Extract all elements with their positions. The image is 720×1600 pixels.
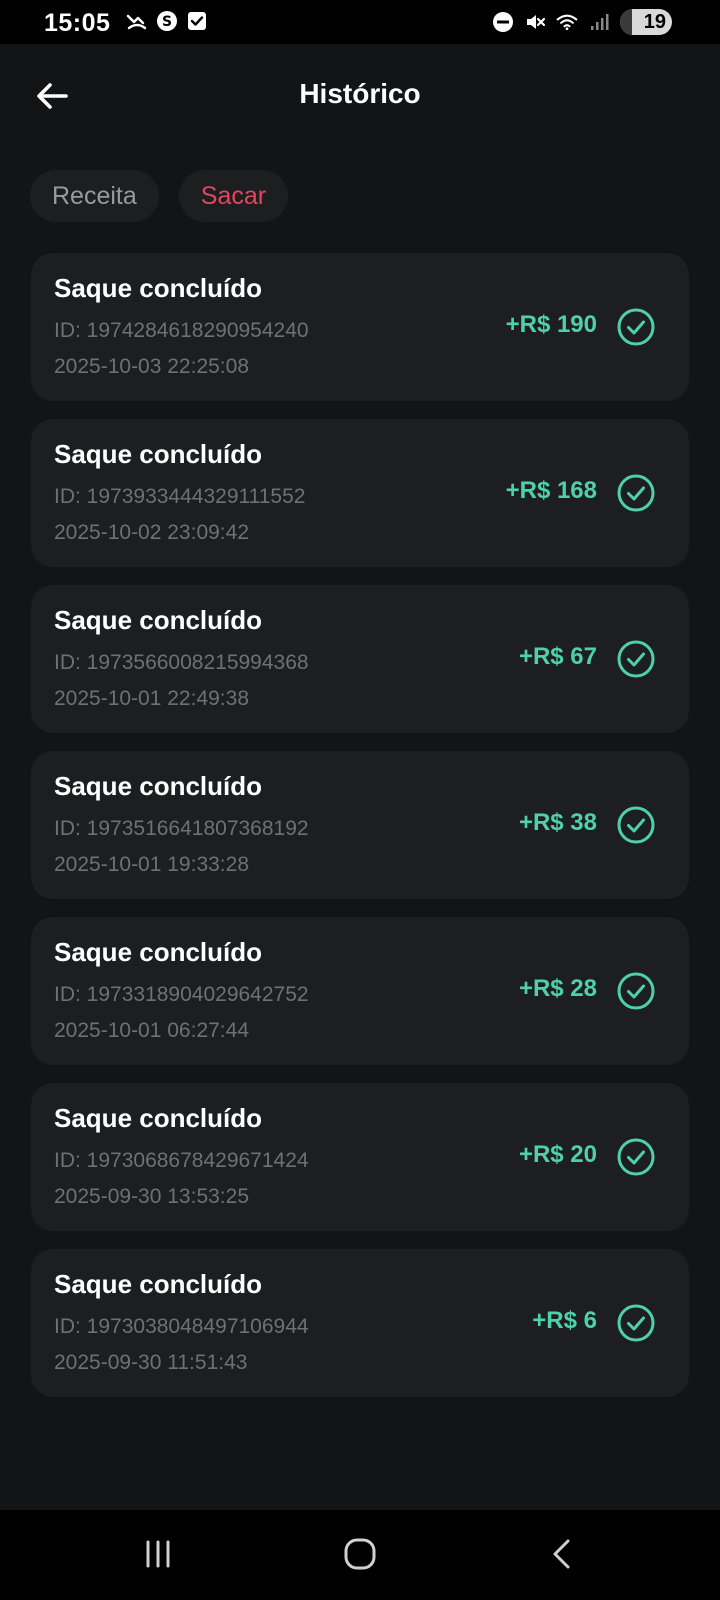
check-circle-icon — [617, 308, 655, 346]
item-title: Saque concluído — [54, 605, 263, 635]
history-item[interactable]: Saque concluído ID: 1973933444329111552 … — [31, 419, 689, 567]
history-item[interactable]: Saque concluído ID: 1973038048497106944 … — [31, 1249, 689, 1397]
battery-indicator: 19 — [620, 9, 672, 35]
recents-icon — [146, 1540, 170, 1568]
item-amount: +R$ 20 — [518, 1141, 597, 1168]
home-button[interactable] — [330, 1530, 390, 1578]
item-id: ID: 1973038048497106944 — [54, 1315, 309, 1338]
check-circle-icon — [617, 806, 655, 844]
check-circle-icon — [617, 1138, 655, 1176]
history-item[interactable]: Saque concluído ID: 1973068678429671424 … — [31, 1083, 689, 1231]
wifi-icon — [556, 11, 578, 33]
item-title: Saque concluído — [54, 439, 263, 469]
item-title: Saque concluído — [54, 273, 263, 303]
back-chevron-icon — [553, 1539, 570, 1569]
checkbox-notification-icon — [186, 10, 208, 32]
status-notification-icons: S — [126, 10, 208, 32]
item-date: 2025-10-01 19:33:28 — [54, 853, 249, 876]
battery-low-fill — [620, 9, 632, 35]
item-id: ID: 1973933444329111552 — [54, 485, 306, 508]
item-amount: +R$ 38 — [518, 809, 597, 836]
item-id: ID: 1973566008215994368 — [54, 651, 309, 674]
do-not-disturb-icon — [492, 11, 514, 33]
status-bar: 15:05 S 19 — [0, 0, 720, 44]
item-title: Saque concluído — [54, 771, 263, 801]
svg-text:S: S — [162, 14, 172, 30]
signal-icon — [588, 11, 610, 33]
battery-level: 19 — [643, 10, 666, 33]
mute-icon — [524, 11, 546, 33]
item-id: ID: 1973516641807368192 — [54, 817, 309, 840]
item-amount: +R$ 168 — [505, 477, 597, 504]
check-circle-icon — [617, 972, 655, 1010]
screen: 15:05 S 19 Histórico Receita Sacar Saque… — [0, 0, 720, 1600]
item-amount: +R$ 190 — [505, 311, 597, 338]
page-title: Histórico — [299, 78, 421, 109]
item-amount: +R$ 28 — [518, 975, 597, 1002]
status-system-icons: 19 — [492, 9, 672, 35]
app-notification-icon: S — [156, 10, 178, 32]
home-icon — [344, 1538, 376, 1570]
system-back-button[interactable] — [532, 1530, 592, 1578]
item-amount: +R$ 6 — [532, 1307, 597, 1334]
item-date: 2025-10-01 06:27:44 — [54, 1019, 249, 1042]
history-item[interactable]: Saque concluído ID: 1973566008215994368 … — [31, 585, 689, 733]
tab-bar: Receita Sacar — [30, 170, 289, 222]
item-title: Saque concluído — [54, 937, 263, 967]
item-date: 2025-10-01 22:49:38 — [54, 687, 249, 710]
recents-button[interactable] — [128, 1530, 188, 1578]
status-time: 15:05 — [44, 9, 111, 37]
check-circle-icon — [617, 640, 655, 678]
item-date: 2025-10-03 22:25:08 — [54, 355, 249, 378]
item-amount: +R$ 67 — [518, 643, 597, 670]
check-circle-icon — [617, 1304, 655, 1342]
item-id: ID: 1974284618290954240 — [54, 319, 309, 342]
system-nav-bar — [0, 1510, 720, 1600]
history-item[interactable]: Saque concluído ID: 1973318904029642752 … — [31, 917, 689, 1065]
item-date: 2025-09-30 13:53:25 — [54, 1185, 249, 1208]
item-id: ID: 1973318904029642752 — [54, 983, 309, 1006]
history-list: Saque concluído ID: 1974284618290954240 … — [31, 253, 689, 1415]
item-title: Saque concluído — [54, 1103, 263, 1133]
missed-call-icon — [126, 10, 148, 32]
header: Histórico — [0, 44, 720, 148]
history-item[interactable]: Saque concluído ID: 1974284618290954240 … — [31, 253, 689, 401]
item-title: Saque concluído — [54, 1269, 263, 1299]
tab-sacar[interactable]: Sacar — [178, 170, 289, 222]
history-item[interactable]: Saque concluído ID: 1973516641807368192 … — [31, 751, 689, 899]
tab-receita[interactable]: Receita — [30, 170, 159, 222]
item-date: 2025-09-30 11:51:43 — [54, 1351, 248, 1374]
item-date: 2025-10-02 23:09:42 — [54, 521, 249, 544]
item-id: ID: 1973068678429671424 — [54, 1149, 309, 1172]
check-circle-icon — [617, 474, 655, 512]
